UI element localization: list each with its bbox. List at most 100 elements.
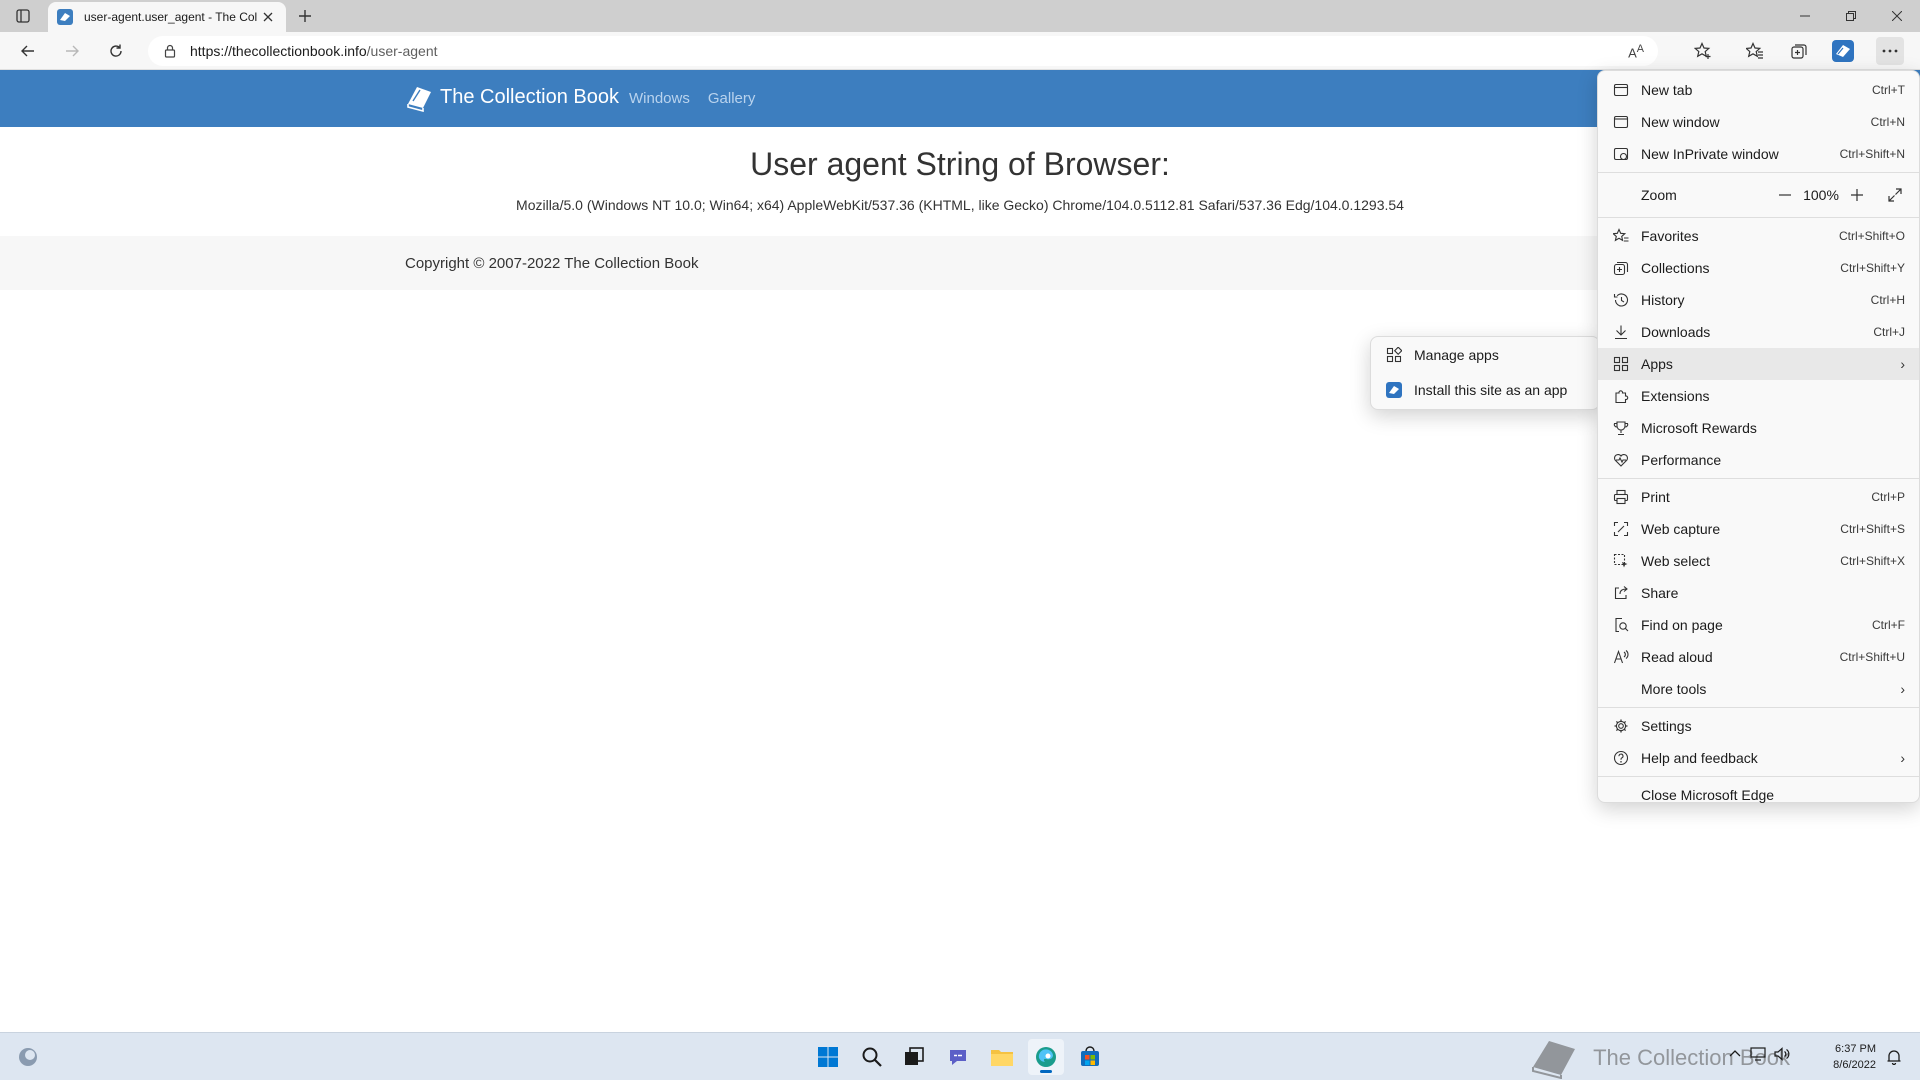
puzzle-icon [1611, 386, 1631, 406]
favorites-icon [1611, 226, 1631, 246]
menu-item-label: History [1641, 292, 1685, 308]
zoom-in-button[interactable] [1843, 181, 1871, 209]
menu-item-shortcut: Ctrl+N [1870, 115, 1905, 129]
download-icon [1611, 322, 1631, 342]
task-view-icon[interactable] [896, 1039, 932, 1075]
menu-item-microsoft-rewards[interactable]: Microsoft Rewards [1598, 412, 1919, 444]
menu-item-find-on-page[interactable]: Find on page Ctrl+F [1598, 609, 1919, 641]
zoom-out-button[interactable] [1771, 181, 1799, 209]
performance-heart-icon [1611, 450, 1631, 470]
find-icon [1611, 615, 1631, 635]
chevron-right-icon: › [1900, 681, 1905, 697]
settings-and-more-button[interactable] [1876, 37, 1904, 65]
start-windows-icon[interactable] [810, 1039, 846, 1075]
more-dots-icon [1882, 49, 1898, 53]
copyright-text: Copyright © 2007-2022 The Collection Boo… [405, 255, 699, 272]
history-icon [1611, 290, 1631, 310]
nav-link-windows[interactable]: Windows [629, 90, 690, 107]
refresh-icon [110, 44, 122, 57]
gear-icon [1611, 716, 1631, 736]
menu-item-help-and-feedback[interactable]: Help and feedback › [1598, 742, 1919, 774]
menu-item-downloads[interactable]: Downloads Ctrl+J [1598, 316, 1919, 348]
notification-bell-icon[interactable] [1878, 1039, 1910, 1075]
refresh-button[interactable] [102, 37, 130, 65]
add-favorite-button[interactable] [1689, 37, 1717, 65]
favorites-button[interactable] [1741, 37, 1769, 65]
menu-item-share[interactable]: Share [1598, 577, 1919, 609]
site-nav: Windows Gallery [629, 90, 755, 107]
menu-item-web-select[interactable]: Web select Ctrl+Shift+X [1598, 545, 1919, 577]
menu-item-shortcut: Ctrl+H [1870, 293, 1905, 307]
menu-item-shortcut: Ctrl+T [1872, 83, 1905, 97]
menu-item-new-inprivate-window[interactable]: New InPrivate window Ctrl+Shift+N [1598, 138, 1919, 170]
menu-item-install-site-as-app[interactable]: Install this site as an app [1371, 371, 1599, 409]
clock-time: 6:37 PM [1835, 1043, 1876, 1055]
active-tab[interactable]: user-agent.user_agent - The Coll [48, 2, 286, 32]
menu-item-new-window[interactable]: New window Ctrl+N [1598, 106, 1919, 138]
minimize-icon[interactable] [1782, 0, 1828, 32]
menu-item-print[interactable]: Print Ctrl+P [1598, 481, 1919, 513]
menu-item-collections[interactable]: Collections Ctrl+Shift+Y [1598, 252, 1919, 284]
browser-toolbar: https://thecollectionbook.info/user-agen… [0, 32, 1920, 70]
menu-item-performance[interactable]: Performance [1598, 444, 1919, 476]
collections-button[interactable] [1785, 37, 1813, 65]
menu-item-read-aloud[interactable]: Read aloud Ctrl+Shift+U [1598, 641, 1919, 673]
teams-chat-icon[interactable] [940, 1039, 976, 1075]
apps-grid-icon [1384, 345, 1404, 365]
microsoft-store-icon[interactable] [1072, 1039, 1108, 1075]
menu-item-manage-apps[interactable]: Manage apps [1371, 339, 1599, 371]
forward-button[interactable] [58, 37, 86, 65]
search-icon[interactable] [854, 1039, 890, 1075]
menu-item-apps[interactable]: Apps › [1598, 348, 1919, 380]
web-select-icon [1611, 551, 1631, 571]
menu-item-extensions[interactable]: Extensions [1598, 380, 1919, 412]
back-button[interactable] [14, 37, 42, 65]
menu-item-settings[interactable]: Settings [1598, 710, 1919, 742]
menu-separator [1598, 707, 1919, 708]
menu-item-shortcut: Ctrl+Shift+O [1838, 229, 1905, 243]
menu-item-history[interactable]: History Ctrl+H [1598, 284, 1919, 316]
clock-date: 8/6/2022 [1833, 1059, 1876, 1071]
menu-separator [1598, 478, 1919, 479]
menu-item-shortcut: Ctrl+F [1872, 618, 1905, 632]
menu-item-favorites[interactable]: Favorites Ctrl+Shift+O [1598, 220, 1919, 252]
lock-icon[interactable] [162, 43, 178, 59]
menu-item-label: New tab [1641, 82, 1693, 98]
chevron-up-icon[interactable] [1728, 1047, 1742, 1061]
web-capture-icon [1611, 519, 1631, 539]
menu-item-label: Downloads [1641, 324, 1711, 340]
menu-item-more-tools[interactable]: More tools › [1598, 673, 1919, 705]
restore-icon[interactable] [1828, 0, 1874, 32]
menu-item-label: Web capture [1641, 521, 1721, 537]
file-explorer-icon[interactable] [984, 1039, 1020, 1075]
volume-icon[interactable] [1774, 1047, 1790, 1061]
menu-item-label: Manage apps [1414, 347, 1499, 363]
close-window-icon[interactable] [1874, 0, 1920, 32]
fullscreen-button[interactable] [1881, 181, 1909, 209]
nav-link-gallery[interactable]: Gallery [708, 90, 756, 107]
menu-item-label: Extensions [1641, 388, 1710, 404]
clock[interactable]: 6:37 PM 8/6/2022 [1833, 1041, 1876, 1073]
edge-browser-icon[interactable] [1028, 1039, 1064, 1075]
menu-item-label: New window [1641, 114, 1720, 130]
menu-item-label: Microsoft Rewards [1641, 420, 1757, 436]
profile-button[interactable] [1829, 37, 1857, 65]
widgets-icon[interactable] [10, 1039, 46, 1075]
apps-submenu: Manage apps Install this site as an app [1370, 336, 1600, 410]
site-brand[interactable]: The Collection Book [404, 82, 619, 112]
menu-item-web-capture[interactable]: Web capture Ctrl+Shift+S [1598, 513, 1919, 545]
read-aloud-icon[interactable]: AA [1628, 43, 1644, 60]
address-bar[interactable]: https://thecollectionbook.info/user-agen… [148, 36, 1658, 66]
menu-item-label: Collections [1641, 260, 1710, 276]
menu-item-new-tab[interactable]: New tab Ctrl+T [1598, 74, 1919, 106]
monitor-icon[interactable] [1750, 1047, 1766, 1061]
apps-grid-icon [1611, 354, 1631, 374]
menu-separator [1598, 217, 1919, 218]
tab-close-icon[interactable] [258, 7, 278, 27]
new-tab-button[interactable] [292, 4, 318, 28]
chevron-right-icon: › [1900, 750, 1905, 766]
menu-item-close-microsoft-edge[interactable]: Close Microsoft Edge [1598, 779, 1919, 811]
menu-item-shortcut: Ctrl+J [1873, 325, 1905, 339]
tab-actions-icon[interactable] [8, 4, 38, 28]
url-path: /user-agent [366, 43, 438, 59]
